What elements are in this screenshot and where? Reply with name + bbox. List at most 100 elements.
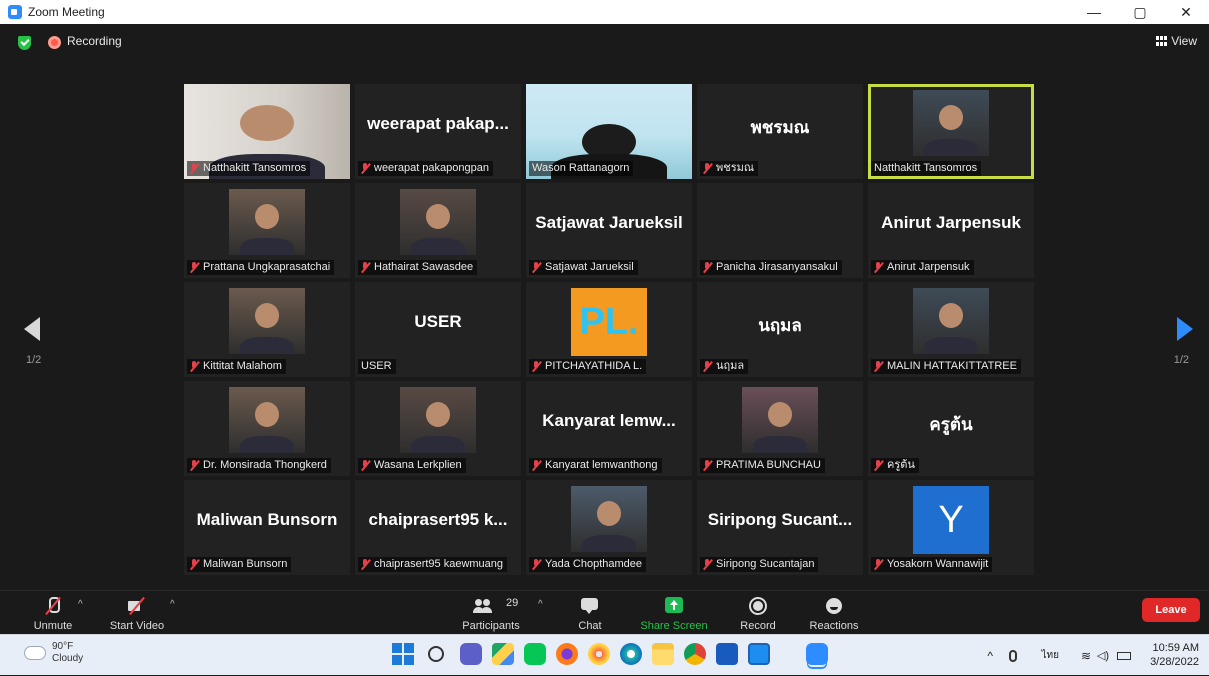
participant-display-name: Kanyarat lemw... [542, 411, 676, 430]
close-button[interactable]: ✕ [1163, 0, 1209, 24]
participant-tile[interactable]: Panicha Jirasanyansakul [697, 183, 863, 278]
video-options-caret-icon[interactable]: ^ [170, 599, 175, 610]
firefox-icon[interactable] [556, 643, 578, 665]
participant-name-label: weerapat pakapongpan [374, 162, 489, 174]
participant-display-name: ครูต้น [929, 415, 973, 434]
file-explorer-icon[interactable] [652, 643, 674, 665]
recording-label[interactable]: Recording [67, 34, 122, 48]
input-language-indicator[interactable]: ไทย [1042, 648, 1059, 663]
participant-tile[interactable]: Natthakitt Tansomros [184, 84, 350, 179]
chat-button[interactable]: Chat [570, 591, 610, 635]
title-bar: Zoom Meeting — ▢ ✕ [0, 0, 1209, 24]
participant-name-label: ครูต้น [887, 459, 915, 471]
previous-page-arrow-icon[interactable] [24, 314, 44, 344]
edge-browser-icon[interactable] [620, 643, 642, 665]
zoom-taskbar-icon[interactable] [806, 643, 828, 665]
participant-name-tag: Panicha Jirasanyansakul [700, 260, 842, 275]
participant-tile[interactable]: Kittitat Malahom [184, 282, 350, 377]
fenix-app-icon[interactable] [588, 643, 610, 665]
show-hidden-icons-chevron-icon[interactable]: ^ [987, 649, 993, 663]
participant-display-name: chaiprasert95 k... [368, 510, 508, 529]
participant-tile[interactable]: Hathairat Sawasdee [355, 183, 521, 278]
participant-tile[interactable]: Y Yosakorn Wannawijit [868, 480, 1034, 575]
participant-tile[interactable]: PL. PITCHAYATHIDA L. [526, 282, 692, 377]
participant-tile[interactable]: weerapat pakap... weerapat pakapongpan [355, 84, 521, 179]
participant-tile[interactable]: Wasana Lerkplien [355, 381, 521, 476]
person-body-shape [924, 138, 978, 156]
participant-name-tag: Wason Rattanagorn [529, 161, 634, 176]
muted-mic-icon [874, 460, 883, 471]
window-title: Zoom Meeting [28, 5, 105, 19]
participants-button[interactable]: 29 Participants [458, 591, 524, 635]
chrome-icon[interactable] [684, 643, 706, 665]
participants-options-caret-icon[interactable]: ^ [538, 599, 543, 610]
weather-description: Cloudy [52, 653, 84, 664]
unmute-button[interactable]: Unmute [28, 591, 78, 635]
participant-tile[interactable]: Kanyarat lemw... Kanyarat lemwanthong [526, 381, 692, 476]
participant-tile[interactable]: Wason Rattanagorn [526, 84, 692, 179]
person-body-shape [582, 534, 636, 552]
participant-tile[interactable]: Natthakitt Tansomros [868, 84, 1034, 179]
participant-tile[interactable]: Prattana Ungkaprasatchai [184, 183, 350, 278]
participant-tile[interactable]: Maliwan Bunsorn Maliwan Bunsorn [184, 480, 350, 575]
participant-tile[interactable]: ครูต้น ครูต้น [868, 381, 1034, 476]
weather-widget[interactable]: 90°F Cloudy [24, 641, 83, 665]
participant-tile[interactable]: พชรมณ พชรมณ [697, 84, 863, 179]
record-button[interactable]: Record [736, 591, 780, 635]
participant-tile[interactable]: Dr. Monsirada Thongkerd [184, 381, 350, 476]
participant-tile[interactable]: Yada Chopthamdee [526, 480, 692, 575]
participant-tile[interactable]: chaiprasert95 k... chaiprasert95 kaewmuan… [355, 480, 521, 575]
audio-options-caret-icon[interactable]: ^ [78, 599, 83, 610]
google-drive-icon[interactable] [492, 643, 514, 665]
cloud-icon [24, 646, 46, 660]
person-body-shape [411, 237, 465, 255]
minimize-button[interactable]: — [1071, 0, 1117, 24]
participant-tile[interactable]: นฤมล นฤมล [697, 282, 863, 377]
participant-video-image [400, 189, 476, 255]
muted-mic-icon [532, 361, 541, 372]
zoom-app-icon [8, 5, 22, 19]
line-app-icon[interactable] [524, 643, 546, 665]
search-icon[interactable] [428, 646, 444, 662]
participant-display-name: Siripong Sucant... [707, 510, 853, 529]
participant-display-name: USER [414, 312, 462, 331]
view-button[interactable]: View [1156, 34, 1197, 48]
next-page-arrow-icon[interactable] [1173, 314, 1193, 344]
share-screen-label: Share Screen [640, 620, 708, 632]
security-shield-icon[interactable] [18, 36, 31, 50]
leave-button[interactable]: Leave [1142, 598, 1200, 622]
participant-letter-avatar: Y [913, 486, 989, 554]
participant-tile[interactable]: PRATIMA BUNCHAU [697, 381, 863, 476]
video-app-icon[interactable] [748, 643, 770, 665]
participant-tile[interactable]: Anirut Jarpensuk Anirut Jarpensuk [868, 183, 1034, 278]
volume-icon[interactable]: ◁) [1097, 649, 1109, 662]
reactions-button[interactable]: Reactions [806, 591, 862, 635]
participants-icon [473, 597, 493, 615]
share-screen-button[interactable]: Share Screen [638, 591, 710, 635]
word-icon[interactable] [716, 643, 738, 665]
windows-start-icon[interactable] [392, 643, 414, 665]
person-head-shape [254, 203, 280, 229]
battery-icon[interactable] [1117, 651, 1131, 660]
participant-tile[interactable]: USER USER [355, 282, 521, 377]
muted-mic-icon [874, 262, 883, 273]
muted-microphone-icon [43, 597, 63, 615]
participant-name-label: Maliwan Bunsorn [203, 558, 288, 570]
start-video-button[interactable]: Start Video [104, 591, 170, 635]
participant-name-tag: Kittitat Malahom [187, 359, 286, 374]
participant-name-label: Kanyarat lemwanthong [545, 459, 658, 471]
participant-name-tag: Yosakorn Wannawijit [871, 557, 993, 572]
restore-button[interactable]: ▢ [1117, 0, 1163, 24]
participants-count: 29 [506, 597, 519, 609]
participant-tile[interactable]: Satjawat Jarueksil Satjawat Jarueksil [526, 183, 692, 278]
teams-chat-icon[interactable] [460, 643, 482, 665]
participant-display-name: weerapat pakap... [367, 114, 509, 133]
participant-name-label: Yosakorn Wannawijit [887, 558, 989, 570]
participant-tile[interactable]: Siripong Sucant... Siripong Sucantajan [697, 480, 863, 575]
start-video-label: Start Video [109, 620, 165, 632]
participant-tile[interactable]: MALIN HATTAKITTATREE [868, 282, 1034, 377]
participant-name-tag: Natthakitt Tansomros [871, 161, 982, 176]
microphone-tray-icon[interactable] [1009, 649, 1017, 662]
system-clock[interactable]: 10:59 AM 3/28/2022 [1150, 641, 1199, 669]
wifi-icon[interactable]: ≋ [1081, 649, 1091, 663]
